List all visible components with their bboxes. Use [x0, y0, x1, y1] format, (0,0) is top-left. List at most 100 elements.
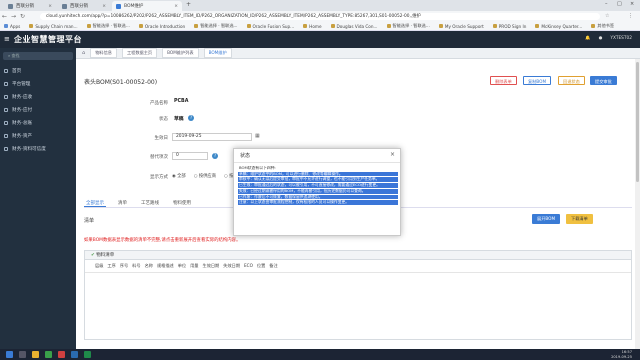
sidebar-item-home[interactable]: 首页 — [0, 64, 76, 77]
forward-icon[interactable]: → — [9, 13, 18, 20]
bookmark[interactable]: 其他书签 — [591, 23, 614, 29]
bookmark[interactable]: PROD Sign In — [492, 24, 526, 29]
url-field[interactable]: cloud.yunhitech.com/app/?p=10086262/P202… — [40, 13, 600, 20]
close-icon[interactable]: × — [390, 151, 395, 158]
expand-bom-button[interactable]: 展开BOM — [532, 214, 561, 224]
browser-tab[interactable]: 西联分销 × — [58, 1, 110, 11]
breadcrumb-item[interactable]: 物料信息 — [90, 48, 117, 58]
sidebar-search-input[interactable]: ⌕ 查找 — [3, 52, 73, 60]
breadcrumb: ⌂ 物料信息 工程数据主页 BOM维护列表 BOM维护 — [76, 48, 640, 59]
column-header[interactable]: 规格描述 — [157, 263, 174, 269]
download-list-button[interactable]: 下载清单 — [566, 214, 593, 224]
column-header[interactable]: 用量 — [190, 263, 198, 269]
copy-bom-button[interactable]: 复制BOM — [523, 76, 552, 85]
column-header[interactable]: 层级 — [95, 263, 103, 269]
bookmark-icon — [535, 24, 540, 28]
home-icon[interactable]: ⌂ — [82, 50, 85, 56]
bookmark[interactable]: Oracle Fusion Sup... — [246, 24, 294, 29]
sidebar-item-ledger[interactable]: 财务-总账 — [0, 116, 76, 129]
bookmark[interactable]: Supply Chain man... — [29, 24, 78, 29]
reload-icon[interactable]: ↻ — [18, 13, 27, 20]
sidebar: ⌕ 查找 首页 平台管理 财务-应收 财务-应付 财务-总账 财务-资产 财务-… — [0, 48, 76, 349]
finance-icon — [4, 120, 8, 125]
hamburger-icon[interactable]: ≡ — [4, 35, 10, 43]
sidebar-item-receivable[interactable]: 财务-应收 — [0, 90, 76, 103]
bookmark-icon — [492, 24, 497, 28]
bookmark[interactable]: 智能选择 · 智联选... — [86, 23, 130, 29]
bookmark[interactable]: Douglas Vida Con... — [330, 24, 378, 29]
close-tab-icon[interactable]: × — [102, 4, 106, 9]
bookmark[interactable]: Home — [303, 24, 322, 29]
effective-date-input[interactable]: 2019-09-25 — [172, 133, 252, 141]
tab-list[interactable]: 清单 — [116, 199, 129, 207]
bookmark[interactable]: Apps — [4, 24, 20, 29]
bookmark-icon — [438, 24, 443, 28]
tab-material-usage[interactable]: 物料使用 — [171, 199, 193, 207]
star-icon[interactable]: ☆ — [605, 13, 609, 19]
close-tab-icon[interactable]: × — [48, 4, 52, 9]
minimize-icon[interactable]: – — [605, 1, 608, 7]
radio-all[interactable]: ◉ 全部 — [172, 173, 186, 179]
sidebar-item-assets[interactable]: 财务-资产 — [0, 129, 76, 142]
bookmark[interactable]: McKinsey Quarter... — [535, 24, 582, 29]
dialog-line: 已作废：作废后不可恢复，数据保留供追溯使用。 — [238, 194, 398, 200]
dialog-line: 已生效：审批通过后的状态，可以被引用，不可直接修改，需要通过ECO进行变更。 — [238, 183, 398, 188]
user-avatar[interactable]: ● — [599, 36, 603, 41]
sidebar-item-credibility[interactable]: 财务-资料可信度 — [0, 142, 76, 155]
sidebar-item-payable[interactable]: 财务-应付 — [0, 103, 76, 116]
home-icon — [4, 68, 8, 73]
breadcrumb-item[interactable]: BOM维护列表 — [162, 48, 199, 58]
browser-tab[interactable]: 西联分销 × — [4, 1, 56, 11]
sidebar-item-platform[interactable]: 平台管理 — [0, 77, 76, 90]
page-title: 表头BOM(S01-00052-00) — [84, 79, 158, 86]
maximize-icon[interactable]: □ — [617, 1, 622, 7]
column-header[interactable]: 失效日期 — [223, 263, 240, 269]
column-header[interactable]: 位置 — [257, 263, 265, 269]
column-header[interactable]: 序号 — [120, 263, 128, 269]
bookmark[interactable]: 智能选择 · 智联选... — [194, 23, 238, 29]
column-header[interactable]: 生效日期 — [203, 263, 220, 269]
bookmark-icon — [194, 24, 199, 28]
material-list-panel: ✔ 物料清单 层级 工序 序号 料号 名称 规格描述 单位 用量 生效日期 失效… — [84, 250, 632, 340]
word-icon[interactable] — [71, 351, 78, 358]
alt-item-input[interactable]: 0 — [172, 152, 208, 160]
close-tab-icon[interactable]: × — [174, 4, 178, 9]
close-window-icon[interactable]: × — [630, 1, 634, 7]
delete-form-button[interactable]: 删除表单 — [490, 76, 517, 85]
column-header[interactable]: 单位 — [178, 263, 186, 269]
app-icon[interactable] — [58, 351, 65, 358]
new-tab-button[interactable]: + — [186, 1, 191, 8]
explorer-icon[interactable] — [32, 351, 39, 358]
excel-icon[interactable] — [84, 351, 91, 358]
calendar-icon[interactable]: ▦ — [255, 133, 260, 139]
chrome-icon[interactable] — [45, 351, 52, 358]
status-help-icon[interactable]: ? — [188, 115, 194, 121]
scrollbar-thumb[interactable] — [636, 62, 639, 182]
tab-routing[interactable]: 工艺路线 — [139, 199, 161, 207]
bell-icon[interactable]: 🔔 — [585, 36, 590, 41]
column-header[interactable]: 备注 — [269, 263, 277, 269]
breadcrumb-item[interactable]: 工程数据主页 — [121, 48, 158, 58]
tab-show-all[interactable]: 全部显示 — [84, 199, 106, 207]
bookmark[interactable]: Oracle Introduction — [138, 24, 185, 29]
column-header[interactable]: 名称 — [145, 263, 153, 269]
alt-item-label: 替代项次 — [150, 155, 168, 160]
column-header[interactable]: 料号 — [132, 263, 140, 269]
display-mode-label: 显示方式 — [150, 175, 168, 180]
search-icon[interactable] — [19, 351, 26, 358]
radio-supplier[interactable]: ○ 按供应商 — [194, 173, 216, 179]
submit-approval-button[interactable]: 提交审批 — [590, 76, 617, 85]
column-header[interactable]: 工序 — [107, 263, 115, 269]
alt-item-help-icon[interactable]: ? — [212, 153, 218, 159]
clock[interactable]: 16:57 2019-09-25 — [611, 350, 632, 359]
browser-tab-active[interactable]: BOM维护 × — [112, 1, 182, 11]
back-icon[interactable]: ← — [0, 13, 9, 20]
revert-status-button[interactable]: 回退状态 — [558, 76, 585, 85]
bookmark[interactable]: 智能选择 · 智联选... — [386, 23, 430, 29]
start-icon[interactable] — [6, 351, 13, 358]
column-header[interactable]: ECO — [244, 263, 253, 269]
breadcrumb-item-current[interactable]: BOM维护 — [203, 48, 232, 58]
menu-dots-icon[interactable]: ⋮ — [628, 13, 633, 19]
user-name[interactable]: YXTEST02 — [610, 36, 632, 41]
bookmark[interactable]: My Oracle Support — [438, 24, 484, 29]
